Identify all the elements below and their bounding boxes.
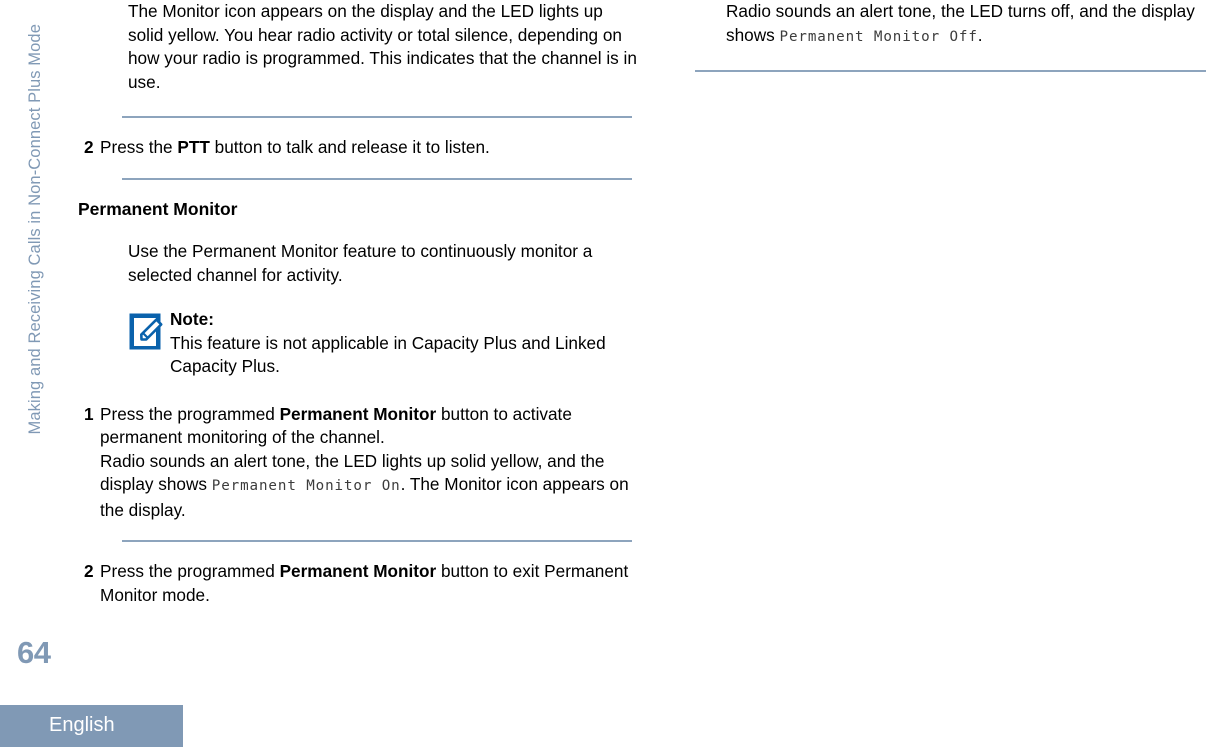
step-number: 2 — [84, 137, 94, 157]
step-divider — [122, 540, 632, 542]
section-intro-text: Use the Permanent Monitor feature to con… — [128, 241, 593, 285]
note-content: Note: This feature is not applicable in … — [170, 308, 638, 379]
note-text: This feature is not applicable in Capaci… — [170, 332, 606, 377]
page-number: 64 — [17, 635, 51, 670]
step-row: 2 Press the PTT button to talk and relea… — [78, 136, 638, 160]
note-pencil-icon — [128, 308, 170, 352]
section-heading: Permanent Monitor — [78, 198, 238, 219]
step-row: 1 Press the programmed Permanent Monitor… — [78, 403, 638, 523]
radio-display-text: Permanent Monitor On — [211, 478, 401, 494]
step-divider — [695, 70, 1206, 72]
radio-display-text: Permanent Monitor Off — [779, 28, 978, 45]
step-text-bold: PTT — [177, 137, 210, 157]
result-text-after: . — [977, 24, 983, 45]
language-tab-label: English — [49, 714, 115, 736]
step-text: Press the programmed Permanent Monitor b… — [100, 403, 638, 523]
step-text-before: Press the programmed — [100, 561, 280, 581]
note-box: Note: This feature is not applicable in … — [128, 308, 638, 379]
step-number: 2 — [84, 561, 94, 581]
document-page: Making and Receiving Calls in Non-Connec… — [0, 0, 1206, 747]
left-column: The Monitor icon appears on the display … — [78, 0, 638, 607]
note-title: Note: — [170, 309, 214, 329]
step-number: 1 — [84, 403, 94, 424]
right-column: Radio sounds an alert tone, the LED turn… — [695, 0, 1206, 72]
continued-result-text: Radio sounds an alert tone, the LED turn… — [726, 0, 1196, 49]
step-text-after: button to talk and release it to listen. — [209, 137, 490, 157]
language-tab: English — [0, 705, 183, 747]
step-text: Press the programmed Permanent Monitor b… — [100, 560, 638, 607]
step-text-bold: Permanent Monitor — [279, 403, 437, 424]
step-row: 2 Press the programmed Permanent Monitor… — [78, 560, 638, 607]
step-divider — [122, 177, 632, 180]
step-text-before: Press the — [100, 137, 178, 157]
page-sidebar: Making and Receiving Calls in Non-Connec… — [0, 0, 183, 747]
step-divider — [122, 116, 632, 118]
running-head: Making and Receiving Calls in Non-Connec… — [26, 24, 44, 435]
step-text-bold: Permanent Monitor — [279, 561, 437, 581]
step-text-before: Press the programmed — [100, 403, 280, 424]
step-text: Press the PTT button to talk and release… — [100, 136, 638, 160]
continued-step-text: The Monitor icon appears on the display … — [128, 1, 637, 92]
